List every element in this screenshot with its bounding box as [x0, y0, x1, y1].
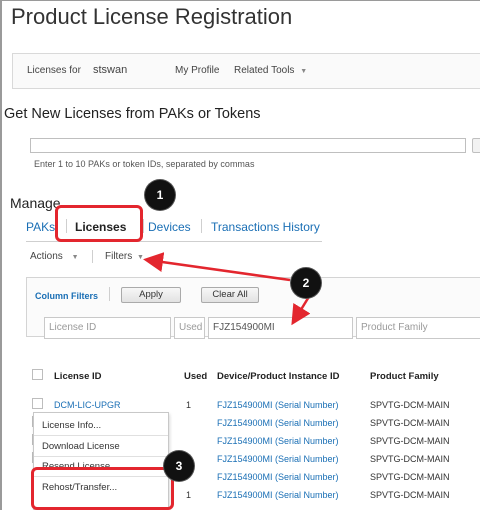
step-badge-1: 1 — [145, 180, 175, 210]
arrow-to-filters — [143, 252, 291, 282]
step-badge-2: 2 — [291, 268, 321, 298]
arrow-to-device-filter — [291, 294, 312, 326]
annotation-arrows — [143, 252, 312, 326]
step-badge-3: 3 — [164, 451, 194, 481]
